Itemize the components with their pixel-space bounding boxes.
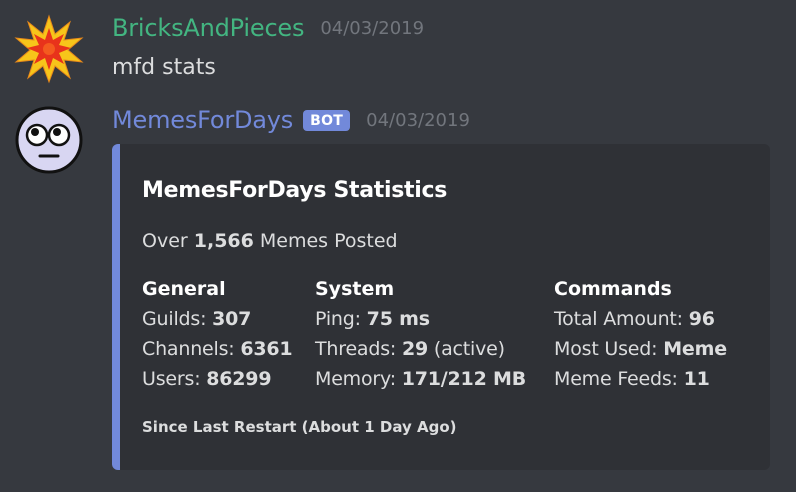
field-value: 96 xyxy=(688,308,715,330)
description-suffix: Memes Posted xyxy=(253,230,398,252)
field-label: Guilds: xyxy=(142,308,213,330)
field-value: 307 xyxy=(212,308,252,330)
field-label: Users: xyxy=(142,368,207,390)
field-label: Threads: xyxy=(315,338,402,360)
field-value: 29 xyxy=(401,338,429,360)
username[interactable]: BricksAndPieces xyxy=(112,14,305,42)
field-name: System xyxy=(315,278,395,300)
message-content: mfd stats xyxy=(112,55,216,80)
embed-footer: Since Last Restart (About 1 Day Ago) xyxy=(142,418,457,436)
field-line: Memory: 171/212 MB xyxy=(315,364,526,394)
description-prefix: Over xyxy=(142,230,194,252)
field-line: Channels: 6361 xyxy=(142,334,293,364)
field-value: 86299 xyxy=(206,368,272,390)
field-label: Meme Feeds: xyxy=(554,368,684,390)
username[interactable]: MemesForDays xyxy=(112,106,293,134)
field-line: Guilds: 307 xyxy=(142,304,292,334)
field-line: Users: 86299 xyxy=(142,364,292,394)
field-name: Commands xyxy=(554,278,672,300)
avatar[interactable] xyxy=(14,14,84,84)
memes-posted-count: 1,566 xyxy=(193,230,254,252)
field-value: 75 ms xyxy=(366,308,430,330)
field-line: Most Used: Meme xyxy=(554,334,727,364)
field-label: Memory: xyxy=(315,368,402,390)
field-line: Total Amount: 96 xyxy=(554,304,727,334)
field-suffix: (active) xyxy=(428,338,505,360)
field-system: System Ping: 75 ms Threads: 29 (active) … xyxy=(315,274,526,394)
face-emoji-icon xyxy=(15,106,83,174)
field-label: Total Amount: xyxy=(554,308,689,330)
field-commands: Commands Total Amount: 96 Most Used: Mem… xyxy=(554,274,727,394)
timestamp: 04/03/2019 xyxy=(320,17,425,39)
field-value: 6361 xyxy=(240,338,293,360)
field-line: Threads: 29 (active) xyxy=(315,334,526,364)
stats-embed: MemesForDays Statistics Over 1,566 Memes… xyxy=(112,144,770,470)
embed-description: Over 1,566 Memes Posted xyxy=(142,230,398,252)
bot-badge: BOT xyxy=(303,109,351,131)
field-value: 11 xyxy=(683,368,710,390)
field-name: General xyxy=(142,278,226,300)
field-line: Meme Feeds: 11 xyxy=(554,364,727,394)
embed-title: MemesForDays Statistics xyxy=(142,178,448,203)
timestamp: 04/03/2019 xyxy=(366,109,470,131)
embed-accent-bar xyxy=(112,144,120,470)
field-label: Ping: xyxy=(315,308,367,330)
field-value: 171/212 MB xyxy=(401,368,526,390)
field-line: Ping: 75 ms xyxy=(315,304,526,334)
field-label: Channels: xyxy=(142,338,241,360)
explosion-icon xyxy=(14,14,84,84)
field-value: Meme xyxy=(663,338,727,360)
field-label: Most Used: xyxy=(554,338,664,360)
avatar[interactable] xyxy=(14,105,84,175)
field-general: General Guilds: 307 Channels: 6361 Users… xyxy=(142,274,293,394)
